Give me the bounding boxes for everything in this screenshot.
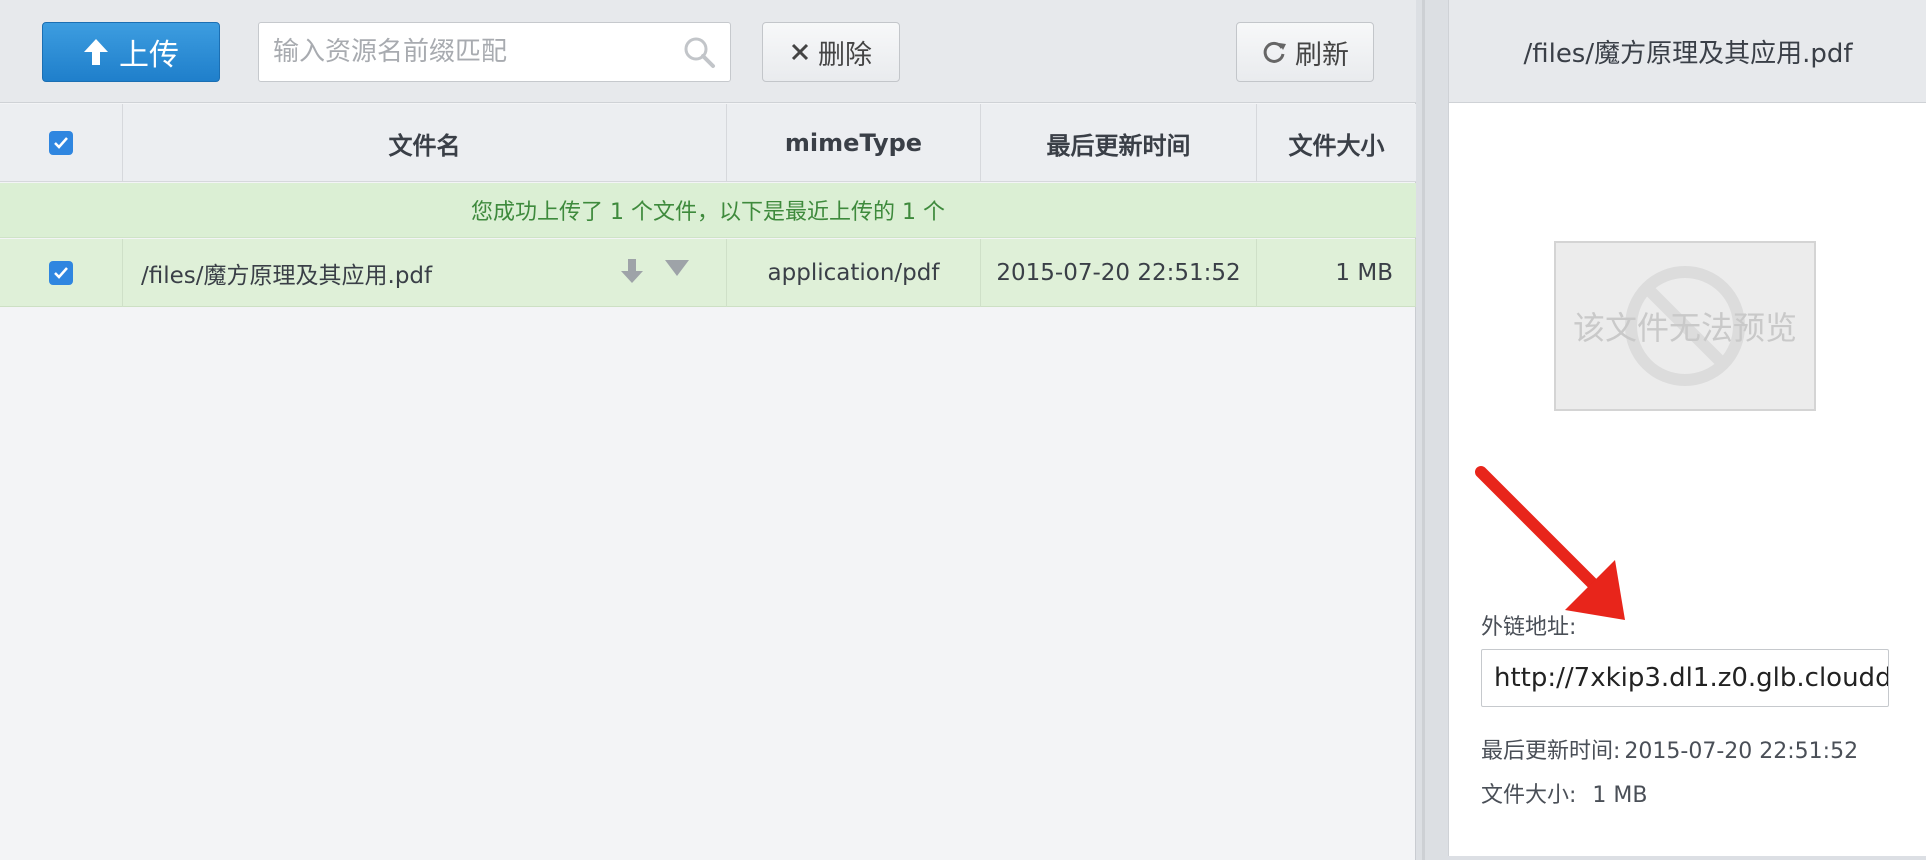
column-header-updated[interactable]: 最后更新时间 — [981, 104, 1257, 182]
row-check-cell — [0, 239, 123, 307]
upload-success-notice: 您成功上传了 1 个文件，以下是最近上传的 1 个 — [0, 183, 1416, 238]
table-row[interactable]: /files/魔方原理及其应用.pdf application/pdf 2015… — [0, 239, 1416, 307]
annotation-arrow — [1475, 466, 1625, 620]
table-header: 文件名 mimeType 最后更新时间 文件大小 — [0, 104, 1416, 182]
row-updated-cell: 2015-07-20 22:51:52 — [981, 239, 1257, 307]
refresh-button-label: 刷新 — [1295, 39, 1349, 71]
size-info: 文件大小: 1 MB — [1481, 777, 1648, 809]
preview-placeholder: 该文件无法预览 — [1554, 241, 1816, 411]
column-header-name[interactable]: 文件名 — [123, 104, 727, 182]
checkbox-icon — [54, 267, 68, 279]
file-name[interactable]: /files/魔方原理及其应用.pdf — [141, 256, 432, 290]
panel-divider-line — [1422, 0, 1425, 860]
url-field[interactable] — [1481, 649, 1889, 707]
url-label: 外链地址: — [1481, 615, 1577, 640]
column-header-mime[interactable]: mimeType — [727, 104, 981, 182]
size-label: 文件大小: — [1481, 783, 1577, 808]
detail-title: /files/魔方原理及其应用.pdf — [1449, 0, 1926, 103]
preview-text: 该文件无法预览 — [1572, 309, 1797, 347]
updated-label: 最后更新时间: — [1481, 739, 1621, 764]
refresh-button[interactable]: 刷新 — [1236, 22, 1374, 82]
search-box — [258, 22, 731, 82]
updated-info: 最后更新时间: 2015-07-20 22:51:52 — [1481, 733, 1858, 765]
file-detail-panel: /files/魔方原理及其应用.pdf 该文件无法预览 外链地址: 最后更新时间… — [1448, 0, 1926, 856]
refresh-icon — [1263, 41, 1286, 63]
search-icon[interactable] — [682, 35, 716, 69]
updated-value: 2015-07-20 22:51:52 — [1624, 739, 1859, 764]
close-icon — [791, 43, 809, 61]
upload-button[interactable]: 上传 — [42, 22, 220, 82]
arrow-up-icon — [84, 39, 108, 65]
row-mime-cell: application/pdf — [727, 239, 981, 307]
size-value: 1 MB — [1592, 783, 1648, 808]
column-header-size[interactable]: 文件大小 — [1257, 104, 1416, 182]
upload-button-label: 上传 — [119, 38, 179, 73]
app-window: 上传 删除 — [0, 0, 1926, 860]
toolbar: 上传 删除 — [0, 0, 1416, 103]
row-actions — [620, 257, 690, 285]
checkbox-icon — [54, 137, 68, 149]
delete-button[interactable]: 删除 — [762, 22, 900, 82]
delete-button-label: 删除 — [818, 39, 872, 71]
download-icon[interactable] — [620, 257, 644, 285]
search-input[interactable] — [259, 23, 659, 81]
row-name-cell: /files/魔方原理及其应用.pdf — [123, 239, 727, 307]
file-list-panel: 上传 删除 — [0, 0, 1416, 860]
row-size-cell: 1 MB — [1257, 239, 1416, 307]
row-checkbox[interactable] — [49, 261, 73, 285]
select-all-checkbox[interactable] — [49, 131, 73, 155]
select-all-cell — [0, 104, 123, 182]
caret-down-icon[interactable] — [664, 257, 690, 279]
